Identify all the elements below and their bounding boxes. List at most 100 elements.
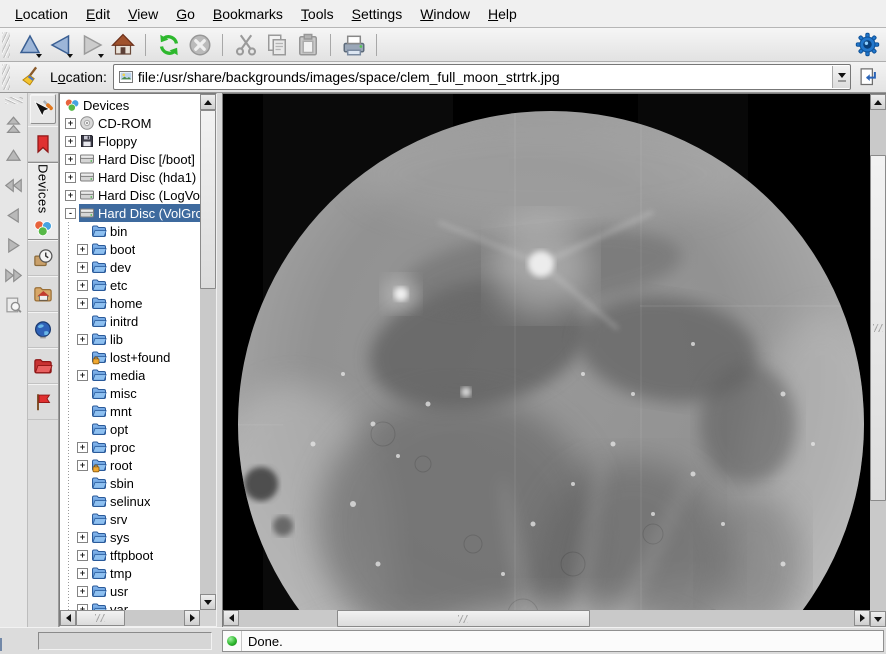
viewer-button-next[interactable] bbox=[1, 230, 27, 260]
toolbar-grip[interactable] bbox=[2, 32, 10, 58]
location-dropdown-button[interactable] bbox=[832, 66, 850, 88]
viewer-button-preview[interactable] bbox=[1, 290, 27, 320]
tree-expander[interactable]: + bbox=[77, 550, 88, 561]
toolbar-button-home[interactable] bbox=[107, 30, 138, 60]
scroll-right-button[interactable] bbox=[854, 610, 870, 626]
tree-item-floppy[interactable]: + Floppy bbox=[60, 132, 200, 150]
viewer-button-scroll-up[interactable] bbox=[1, 140, 27, 170]
toolbar-button-up[interactable] bbox=[14, 30, 45, 60]
scroll-up-button[interactable] bbox=[870, 94, 886, 110]
tree-item-hard-disc-boot-[interactable]: + Hard Disc [/boot] bbox=[60, 150, 200, 168]
tree-item-usr[interactable]: + usr bbox=[60, 582, 200, 600]
tree-item-devices[interactable]: Devices bbox=[60, 96, 200, 114]
scrollbar-thumb[interactable] bbox=[76, 610, 125, 626]
tree-expander[interactable]: + bbox=[77, 280, 88, 291]
konqueror-logo-button[interactable] bbox=[852, 30, 882, 60]
tree-expander[interactable]: + bbox=[77, 442, 88, 453]
image-vertical-scrollbar[interactable] bbox=[870, 94, 886, 627]
tree-expander[interactable]: + bbox=[77, 298, 88, 309]
tree-expander[interactable]: - bbox=[65, 208, 76, 219]
tree-item-etc[interactable]: + etc bbox=[60, 276, 200, 294]
tree-expander[interactable]: + bbox=[65, 154, 76, 165]
tree-vertical-scrollbar[interactable] bbox=[200, 94, 216, 610]
scroll-right-button[interactable] bbox=[184, 610, 200, 626]
menu-edit[interactable]: Edit bbox=[77, 2, 119, 26]
tree-item-boot[interactable]: + boot bbox=[60, 240, 200, 258]
tree-expander[interactable]: + bbox=[77, 370, 88, 381]
tree-item-selinux[interactable]: selinux bbox=[60, 492, 200, 510]
tree-item-root[interactable]: + root bbox=[60, 456, 200, 474]
tree-item-hard-disc-volgrou[interactable]: - Hard Disc (VolGrou bbox=[60, 204, 200, 222]
tree-item-var[interactable]: + var bbox=[60, 600, 200, 610]
sidebar-tab-root-folder[interactable] bbox=[28, 348, 58, 384]
tree-expander[interactable]: + bbox=[77, 532, 88, 543]
menu-location[interactable]: Location bbox=[6, 2, 77, 26]
tree-horizontal-scrollbar[interactable] bbox=[60, 610, 200, 626]
toolbar-button-back[interactable] bbox=[45, 30, 76, 60]
menu-view[interactable]: View bbox=[119, 2, 167, 26]
tree-item-proc[interactable]: + proc bbox=[60, 438, 200, 456]
tree-item-misc[interactable]: misc bbox=[60, 384, 200, 402]
tree-item-opt[interactable]: opt bbox=[60, 420, 200, 438]
tree-expander[interactable]: + bbox=[77, 334, 88, 345]
tree-item-lost-found[interactable]: lost+found bbox=[60, 348, 200, 366]
tree-item-sys[interactable]: + sys bbox=[60, 528, 200, 546]
tree-item-srv[interactable]: srv bbox=[60, 510, 200, 528]
sidebar-tab-services[interactable] bbox=[28, 384, 58, 420]
tree-item-sbin[interactable]: sbin bbox=[60, 474, 200, 492]
location-input[interactable]: file:/usr/share/backgrounds/images/space… bbox=[113, 64, 851, 90]
menu-help[interactable]: Help bbox=[479, 2, 526, 26]
viewer-button-previous[interactable] bbox=[1, 200, 27, 230]
tree-item-tftpboot[interactable]: + tftpboot bbox=[60, 546, 200, 564]
menu-go[interactable]: Go bbox=[167, 2, 204, 26]
viewer-toolbar-grip[interactable] bbox=[5, 97, 23, 104]
tree-item-hard-disc-hda1-[interactable]: + Hard Disc (hda1) [/ bbox=[60, 168, 200, 186]
scroll-up-button[interactable] bbox=[200, 94, 216, 110]
image-horizontal-scrollbar[interactable] bbox=[223, 610, 870, 627]
tree-item-initrd[interactable]: initrd bbox=[60, 312, 200, 330]
viewer-button-first[interactable] bbox=[1, 170, 27, 200]
toolbar-button-reload[interactable] bbox=[153, 30, 184, 60]
clear-location-button[interactable] bbox=[18, 64, 46, 90]
tree-expander[interactable]: + bbox=[77, 586, 88, 597]
location-toolbar-grip[interactable] bbox=[2, 64, 10, 90]
toolbar-button-print[interactable] bbox=[338, 30, 369, 60]
sidebar-tab-devices[interactable]: Devices bbox=[28, 162, 58, 240]
image-viewport[interactable] bbox=[223, 94, 870, 610]
menu-window[interactable]: Window bbox=[411, 2, 479, 26]
tree-item-hard-disc-logvol0[interactable]: + Hard Disc (LogVol0 bbox=[60, 186, 200, 204]
location-value[interactable]: file:/usr/share/backgrounds/images/space… bbox=[138, 69, 832, 85]
viewer-button-last[interactable] bbox=[1, 260, 27, 290]
tree-expander[interactable]: + bbox=[65, 190, 76, 201]
tree-item-lib[interactable]: + lib bbox=[60, 330, 200, 348]
scroll-down-button[interactable] bbox=[200, 594, 216, 610]
viewer-button-scroll-top[interactable] bbox=[1, 110, 27, 140]
tree-expander[interactable]: + bbox=[65, 172, 76, 183]
scroll-down-button[interactable] bbox=[870, 611, 886, 627]
tree-item-mnt[interactable]: mnt bbox=[60, 402, 200, 420]
scrollbar-thumb[interactable] bbox=[870, 155, 886, 501]
tree-expander[interactable]: + bbox=[77, 262, 88, 273]
tree-expander[interactable]: + bbox=[65, 118, 76, 129]
menu-tools[interactable]: Tools bbox=[292, 2, 343, 26]
scrollbar-thumb[interactable] bbox=[200, 110, 216, 289]
menu-settings[interactable]: Settings bbox=[343, 2, 412, 26]
tree-item-dev[interactable]: + dev bbox=[60, 258, 200, 276]
tree-item-home[interactable]: + home bbox=[60, 294, 200, 312]
sidebar-tab-configure[interactable] bbox=[30, 94, 56, 124]
scrollbar-thumb[interactable] bbox=[337, 610, 589, 627]
go-button[interactable] bbox=[855, 64, 881, 90]
scroll-left-button[interactable] bbox=[60, 610, 76, 626]
tree-item-bin[interactable]: bin bbox=[60, 222, 200, 240]
tree-item-media[interactable]: + media bbox=[60, 366, 200, 384]
tree-item-tmp[interactable]: + tmp bbox=[60, 564, 200, 582]
sidebar-tab-home-folder[interactable] bbox=[28, 276, 58, 312]
tree-expander[interactable]: + bbox=[77, 460, 88, 471]
tree-expander[interactable]: + bbox=[65, 136, 76, 147]
tree-expander[interactable]: + bbox=[77, 568, 88, 579]
sidebar-tab-network[interactable] bbox=[28, 312, 58, 348]
sidebar-tab-history[interactable] bbox=[28, 240, 58, 276]
menu-bookmarks[interactable]: Bookmarks bbox=[204, 2, 292, 26]
scroll-left-button[interactable] bbox=[223, 610, 239, 626]
tree-expander[interactable]: + bbox=[77, 244, 88, 255]
